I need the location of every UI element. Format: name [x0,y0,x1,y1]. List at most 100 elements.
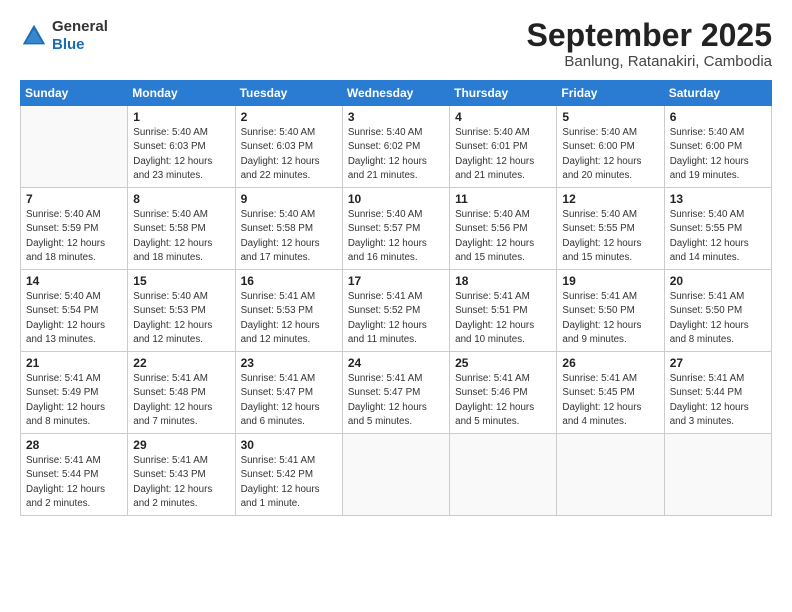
day-cell: 13Sunrise: 5:40 AMSunset: 5:55 PMDayligh… [664,188,771,270]
header-cell-tuesday: Tuesday [235,81,342,106]
day-number: 21 [26,356,122,370]
day-cell: 14 Sunrise: 5:40 AMSunset: 5:54 PMDayligh… [21,270,128,352]
day-cell: 8Sunrise: 5:40 AMSunset: 5:58 PMDaylight… [128,188,235,270]
day-cell [21,106,128,188]
header-cell-monday: Monday [128,81,235,106]
day-number: 29 [133,438,229,452]
day-number: 15 [133,274,229,288]
day-number: 27 [670,356,766,370]
day-number: 28 [26,438,122,452]
day-cell [342,434,449,516]
day-cell: 22Sunrise: 5:41 AMSunset: 5:48 PMDayligh… [128,352,235,434]
day-info: Sunrise: 5:40 AMSunset: 5:54 PMDaylight:… [26,290,122,347]
day-cell: 24 Sunrise: 5:41 AMSunset: 5:47 PMDayligh… [342,352,449,434]
header: General Blue September 2025 Banlung, Rat… [20,18,772,70]
day-info: Sunrise: 5:40 AMSunset: 6:00 PMDaylight:… [670,126,766,183]
day-number: 14 [26,274,122,288]
day-cell: 15 Sunrise: 5:40 AMSunset: 5:53 PMDayligh… [128,270,235,352]
day-cell: 27Sunrise: 5:41 AMSunset: 5:44 PMDayligh… [664,352,771,434]
day-info: Sunrise: 5:41 AMSunset: 5:50 PMDaylight:… [670,290,766,347]
day-cell [664,434,771,516]
day-cell: 6Sunrise: 5:40 AMSunset: 6:00 PMDaylight… [664,106,771,188]
title-area: September 2025 Banlung, Ratanakiri, Camb… [527,18,772,70]
day-cell: 19 Sunrise: 5:41 AMSunset: 5:50 PMDayligh… [557,270,664,352]
header-row: SundayMondayTuesdayWednesdayThursdayFrid… [21,81,772,106]
day-info: Sunrise: 5:40 AMSunset: 6:03 PMDaylight:… [241,126,337,183]
day-cell: 7Sunrise: 5:40 AMSunset: 5:59 PMDaylight… [21,188,128,270]
day-info: Sunrise: 5:41 AMSunset: 5:45 PMDaylight:… [562,372,658,429]
day-cell: 20 Sunrise: 5:41 AMSunset: 5:50 PMDayligh… [664,270,771,352]
week-row-2: 7Sunrise: 5:40 AMSunset: 5:59 PMDaylight… [21,188,772,270]
header-cell-saturday: Saturday [664,81,771,106]
day-number: 24 [348,356,444,370]
week-row-3: 14 Sunrise: 5:40 AMSunset: 5:54 PMDayligh… [21,270,772,352]
logo-text: General Blue [52,18,108,54]
day-info: Sunrise: 5:40 AMSunset: 5:53 PMDaylight:… [133,290,229,347]
day-info: Sunrise: 5:40 AMSunset: 5:56 PMDaylight:… [455,208,551,265]
day-info: Sunrise: 5:40 AMSunset: 6:00 PMDaylight:… [562,126,658,183]
day-cell [557,434,664,516]
day-info: Sunrise: 5:40 AMSunset: 6:01 PMDaylight:… [455,126,551,183]
day-number: 12 [562,192,658,206]
day-cell: 10 Sunrise: 5:40 AMSunset: 5:57 PMDayligh… [342,188,449,270]
day-number: 11 [455,192,551,206]
day-info: Sunrise: 5:41 AMSunset: 5:53 PMDaylight:… [241,290,337,347]
day-cell: 28 Sunrise: 5:41 AMSunset: 5:44 PMDayligh… [21,434,128,516]
day-cell: 26 Sunrise: 5:41 AMSunset: 5:45 PMDayligh… [557,352,664,434]
day-number: 17 [348,274,444,288]
day-info: Sunrise: 5:41 AMSunset: 5:47 PMDaylight:… [348,372,444,429]
day-info: Sunrise: 5:41 AMSunset: 5:44 PMDaylight:… [26,454,122,511]
day-cell: 1Sunrise: 5:40 AMSunset: 6:03 PMDaylight… [128,106,235,188]
day-number: 20 [670,274,766,288]
day-number: 3 [348,110,444,124]
day-info: Sunrise: 5:40 AMSunset: 6:03 PMDaylight:… [133,126,229,183]
header-cell-thursday: Thursday [450,81,557,106]
header-cell-friday: Friday [557,81,664,106]
month-title: September 2025 [527,18,772,53]
day-info: Sunrise: 5:41 AMSunset: 5:47 PMDaylight:… [241,372,337,429]
header-cell-sunday: Sunday [21,81,128,106]
day-number: 30 [241,438,337,452]
day-number: 2 [241,110,337,124]
day-info: Sunrise: 5:40 AMSunset: 5:57 PMDaylight:… [348,208,444,265]
day-cell: 21 Sunrise: 5:41 AMSunset: 5:49 PMDayligh… [21,352,128,434]
day-number: 19 [562,274,658,288]
day-cell: 5 Sunrise: 5:40 AMSunset: 6:00 PMDaylight… [557,106,664,188]
day-cell: 9 Sunrise: 5:40 AMSunset: 5:58 PMDaylight… [235,188,342,270]
day-info: Sunrise: 5:41 AMSunset: 5:52 PMDaylight:… [348,290,444,347]
subtitle: Banlung, Ratanakiri, Cambodia [527,53,772,70]
day-cell [450,434,557,516]
day-number: 5 [562,110,658,124]
day-info: Sunrise: 5:41 AMSunset: 5:48 PMDaylight:… [133,372,229,429]
logo-icon [20,22,48,50]
day-cell: 3 Sunrise: 5:40 AMSunset: 6:02 PMDaylight… [342,106,449,188]
day-info: Sunrise: 5:40 AMSunset: 6:02 PMDaylight:… [348,126,444,183]
day-cell: 11 Sunrise: 5:40 AMSunset: 5:56 PMDayligh… [450,188,557,270]
header-cell-wednesday: Wednesday [342,81,449,106]
day-number: 4 [455,110,551,124]
day-cell: 17 Sunrise: 5:41 AMSunset: 5:52 PMDayligh… [342,270,449,352]
day-number: 10 [348,192,444,206]
day-number: 26 [562,356,658,370]
day-info: Sunrise: 5:40 AMSunset: 5:55 PMDaylight:… [562,208,658,265]
page: General Blue September 2025 Banlung, Rat… [0,0,792,612]
day-cell: 18Sunrise: 5:41 AMSunset: 5:51 PMDayligh… [450,270,557,352]
week-row-1: 1Sunrise: 5:40 AMSunset: 6:03 PMDaylight… [21,106,772,188]
day-cell: 30 Sunrise: 5:41 AMSunset: 5:42 PMDayligh… [235,434,342,516]
day-info: Sunrise: 5:41 AMSunset: 5:43 PMDaylight:… [133,454,229,511]
day-number: 9 [241,192,337,206]
day-cell: 23 Sunrise: 5:41 AMSunset: 5:47 PMDayligh… [235,352,342,434]
day-info: Sunrise: 5:41 AMSunset: 5:49 PMDaylight:… [26,372,122,429]
week-row-4: 21 Sunrise: 5:41 AMSunset: 5:49 PMDayligh… [21,352,772,434]
day-info: Sunrise: 5:40 AMSunset: 5:58 PMDaylight:… [133,208,229,265]
day-cell: 25Sunrise: 5:41 AMSunset: 5:46 PMDayligh… [450,352,557,434]
day-info: Sunrise: 5:40 AMSunset: 5:58 PMDaylight:… [241,208,337,265]
day-number: 7 [26,192,122,206]
logo: General Blue [20,18,108,54]
day-info: Sunrise: 5:41 AMSunset: 5:50 PMDaylight:… [562,290,658,347]
week-row-5: 28 Sunrise: 5:41 AMSunset: 5:44 PMDayligh… [21,434,772,516]
day-cell: 2 Sunrise: 5:40 AMSunset: 6:03 PMDaylight… [235,106,342,188]
day-number: 23 [241,356,337,370]
day-number: 16 [241,274,337,288]
day-info: Sunrise: 5:41 AMSunset: 5:42 PMDaylight:… [241,454,337,511]
